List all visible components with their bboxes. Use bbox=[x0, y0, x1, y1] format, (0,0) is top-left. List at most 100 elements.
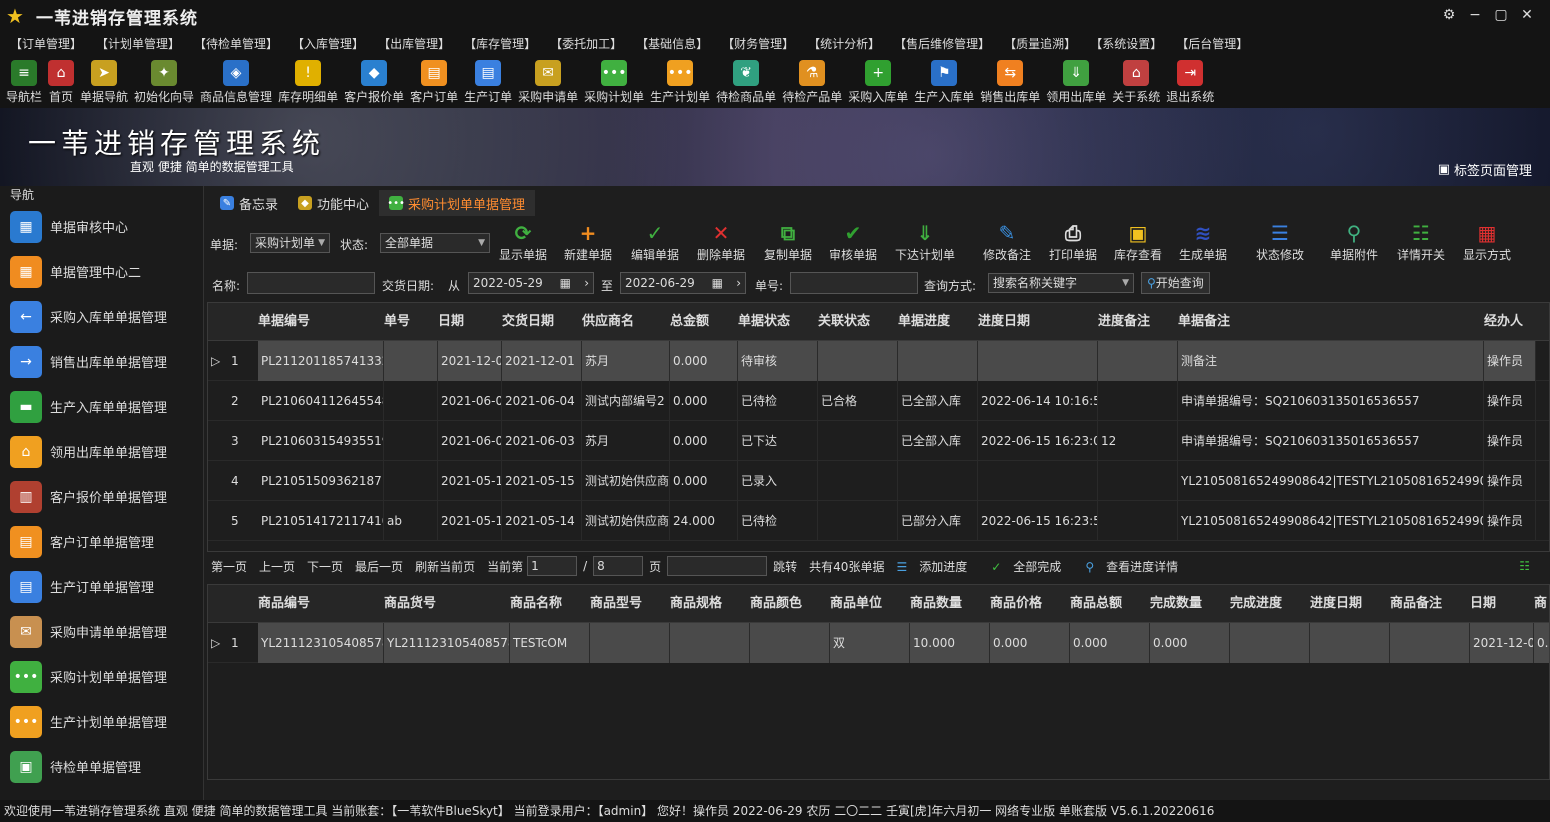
jump-button[interactable]: 跳转 bbox=[773, 558, 797, 575]
column-header[interactable]: 商品名称 bbox=[510, 585, 562, 623]
column-header[interactable]: 商品单位 bbox=[830, 585, 882, 623]
sidebar-item[interactable]: ••• 生产计划单单据管理 bbox=[0, 699, 203, 744]
maximize-button[interactable]: ▢ bbox=[1488, 4, 1514, 26]
toolbar-button[interactable]: ✉ 采购申请单 bbox=[518, 56, 578, 108]
action-button[interactable]: ☰ 状态修改 bbox=[1256, 220, 1304, 263]
query-mode-select[interactable]: 搜索名称关键字 ▼ bbox=[988, 273, 1134, 293]
action-button[interactable]: ≋ 生成单据 bbox=[1179, 220, 1227, 263]
toolbar-button[interactable]: ! 库存明细单 bbox=[278, 56, 338, 108]
column-header[interactable]: 商品总额 bbox=[1070, 585, 1122, 623]
tag-page-manager-button[interactable]: ▣ 标签页面管理 bbox=[1438, 160, 1532, 179]
minimize-button[interactable]: − bbox=[1462, 4, 1488, 26]
column-header[interactable]: 经办人 bbox=[1484, 303, 1523, 341]
action-button[interactable]: ▦ 显示方式 bbox=[1463, 220, 1511, 263]
menu-item[interactable]: 【出库管理】 bbox=[378, 32, 450, 56]
menu-item[interactable]: 【财务管理】 bbox=[722, 32, 794, 56]
column-header[interactable]: 单据进度 bbox=[898, 303, 950, 341]
to-date-picker[interactable]: 2022-06-29 ▦ › bbox=[620, 272, 746, 294]
current-page-input[interactable]: 1 bbox=[527, 556, 578, 576]
doc-no-input[interactable] bbox=[790, 272, 918, 294]
sidebar-item[interactable]: ▤ 生产订单单据管理 bbox=[0, 564, 203, 609]
first-page-button[interactable]: 第一页 bbox=[211, 558, 247, 575]
column-header[interactable]: 完成数量 bbox=[1150, 585, 1202, 623]
column-header[interactable]: 商品颜色 bbox=[750, 585, 802, 623]
action-button[interactable]: ☷ 详情开关 bbox=[1397, 220, 1445, 263]
doc-type-select[interactable]: 采购计划单 ▼ bbox=[250, 233, 330, 253]
sidebar-item[interactable]: ▦ 单据审核中心 bbox=[0, 204, 203, 249]
sidebar-item[interactable]: ▦ 单据管理中心二 bbox=[0, 249, 203, 294]
sidebar-item[interactable]: ▤ 客户订单单据管理 bbox=[0, 519, 203, 564]
toolbar-button[interactable]: ••• 采购计划单 bbox=[584, 56, 644, 108]
toolbar-button[interactable]: ≡ 导航栏 bbox=[6, 56, 42, 108]
toolbar-button[interactable]: ⌂ 关于系统 bbox=[1112, 56, 1160, 108]
last-page-button[interactable]: 最后一页 bbox=[355, 558, 403, 575]
column-header[interactable]: 商品规格 bbox=[670, 585, 722, 623]
sidebar-item[interactable]: ✉ 采购申请单单据管理 bbox=[0, 609, 203, 654]
action-button[interactable]: ⟳ 显示单据 bbox=[499, 220, 547, 263]
menu-item[interactable]: 【后台管理】 bbox=[1176, 32, 1248, 56]
action-button[interactable]: ✔ 审核单据 bbox=[829, 220, 877, 263]
toolbar-button[interactable]: ▤ 客户订单 bbox=[410, 56, 458, 108]
sidebar-item[interactable]: → 销售出库单单据管理 bbox=[0, 339, 203, 384]
menu-item[interactable]: 【库存管理】 bbox=[464, 32, 536, 56]
column-config-icon[interactable]: ☷ bbox=[1519, 559, 1530, 573]
column-header[interactable]: 单据状态 bbox=[738, 303, 790, 341]
table-row[interactable]: ▷ 1 YL211123105408578783YL2111231054085787… bbox=[208, 623, 1549, 663]
refresh-page-button[interactable]: 刷新当前页 bbox=[415, 558, 475, 575]
toolbar-button[interactable]: ⚑ 生产入库单 bbox=[914, 56, 974, 108]
action-button[interactable]: ⚲ 单据附件 bbox=[1330, 220, 1378, 263]
menu-item[interactable]: 【系统设置】 bbox=[1090, 32, 1162, 56]
toolbar-button[interactable]: ▤ 生产订单 bbox=[464, 56, 512, 108]
toolbar-button[interactable]: + 采购入库单 bbox=[848, 56, 908, 108]
table-row[interactable]: 4 PL210515093621871650 2021-05-152021-05-1… bbox=[208, 461, 1549, 501]
close-button[interactable]: ✕ bbox=[1514, 4, 1540, 26]
action-button[interactable]: + 新建单据 bbox=[564, 220, 612, 263]
action-button[interactable]: ✕ 删除单据 bbox=[697, 220, 745, 263]
menu-item[interactable]: 【基础信息】 bbox=[636, 32, 708, 56]
status-select[interactable]: 全部单据 ▼ bbox=[380, 233, 490, 253]
toolbar-button[interactable]: ✦ 初始化向导 bbox=[134, 56, 194, 108]
menu-item[interactable]: 【统计分析】 bbox=[808, 32, 880, 56]
sidebar-item[interactable]: ••• 采购计划单单据管理 bbox=[0, 654, 203, 699]
toolbar-button[interactable]: ⇓ 领用出库单 bbox=[1046, 56, 1106, 108]
start-search-button[interactable]: ⚲开始查询 bbox=[1141, 272, 1210, 294]
action-button[interactable]: ✎ 修改备注 bbox=[983, 220, 1031, 263]
view-progress-button[interactable]: ⚲ 查看进度详情 bbox=[1085, 558, 1190, 575]
column-header[interactable]: 日期 bbox=[438, 303, 464, 341]
toolbar-button[interactable]: ••• 生产计划单 bbox=[650, 56, 710, 108]
menu-item[interactable]: 【质量追溯】 bbox=[1004, 32, 1076, 56]
all-done-button[interactable]: ✓ 全部完成 bbox=[991, 558, 1073, 575]
toolbar-button[interactable]: ◈ 商品信息管理 bbox=[200, 56, 272, 108]
column-header[interactable]: 进度日期 bbox=[1310, 585, 1362, 623]
sidebar-item[interactable]: ← 采购入库单单据管理 bbox=[0, 294, 203, 339]
action-button[interactable]: ▣ 库存查看 bbox=[1114, 220, 1162, 263]
from-date-picker[interactable]: 2022-05-29 ▦ › bbox=[468, 272, 594, 294]
column-header[interactable]: 日期 bbox=[1470, 585, 1496, 623]
column-header[interactable]: 进度备注 bbox=[1098, 303, 1150, 341]
next-page-button[interactable]: 下一页 bbox=[307, 558, 343, 575]
action-button[interactable]: ⇓ 下达计划单 bbox=[895, 220, 955, 263]
tab[interactable]: ✎ 备忘录 bbox=[210, 190, 289, 216]
name-input[interactable] bbox=[247, 272, 375, 294]
column-header[interactable]: 完成进度 bbox=[1230, 585, 1282, 623]
tab[interactable]: ◆ 功能中心 bbox=[288, 190, 380, 216]
sidebar-item[interactable]: ⌂ 领用出库单单据管理 bbox=[0, 429, 203, 474]
table-row[interactable]: 3 PL210603154935519569 2021-06-032021-06-0… bbox=[208, 421, 1549, 461]
action-button[interactable]: ⎙ 打印单据 bbox=[1049, 220, 1097, 263]
column-header[interactable]: 总金额 bbox=[670, 303, 709, 341]
menu-item[interactable]: 【售后维修管理】 bbox=[894, 32, 990, 56]
menu-item[interactable]: 【委托加工】 bbox=[550, 32, 622, 56]
column-header[interactable]: 进度日期 bbox=[978, 303, 1030, 341]
table-row[interactable]: 5PL210514172117410138ab2021-05-142021-05… bbox=[208, 501, 1549, 541]
table-row[interactable]: ▷ 1 PL211201185741332379 2021-12-012021-12-… bbox=[208, 341, 1549, 381]
toolbar-button[interactable]: ❦ 待检商品单 bbox=[716, 56, 776, 108]
action-button[interactable]: ⧉ 复制单据 bbox=[764, 220, 812, 263]
jump-page-input[interactable] bbox=[667, 556, 768, 576]
toolbar-button[interactable]: ⇆ 销售出库单 bbox=[980, 56, 1040, 108]
sidebar-item[interactable]: ▥ 客户报价单单据管理 bbox=[0, 474, 203, 519]
column-header[interactable]: 商品价格 bbox=[990, 585, 1042, 623]
menu-item[interactable]: 【计划单管理】 bbox=[96, 32, 180, 56]
add-progress-button[interactable]: ☰ 添加进度 bbox=[896, 558, 979, 575]
prev-page-button[interactable]: 上一页 bbox=[259, 558, 295, 575]
table-row[interactable]: 2 PL210604112645548990 2021-06-042021-06-0… bbox=[208, 381, 1549, 421]
